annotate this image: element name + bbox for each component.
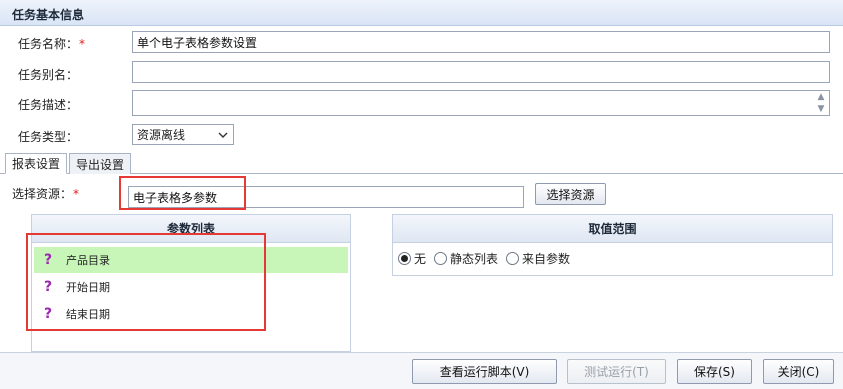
value-range-header: 取值范围 xyxy=(393,215,832,243)
radio-circle[interactable] xyxy=(398,252,411,265)
radio-from-param[interactable]: 来自参数 xyxy=(506,250,570,267)
resource-highlight-box xyxy=(119,176,246,210)
resource-label-text: 选择资源： xyxy=(12,187,73,201)
scroll-down-icon[interactable]: ▼ xyxy=(814,103,828,115)
view-script-button[interactable]: 查看运行脚本(V) xyxy=(412,359,557,384)
task-type-select[interactable]: 资源离线 xyxy=(132,124,234,145)
radio-label: 无 xyxy=(414,252,427,266)
required-mark: * xyxy=(79,37,86,51)
chevron-down-icon xyxy=(218,132,228,138)
value-range-options: 无 静态列表 来自参数 xyxy=(393,243,832,267)
param-list-highlight-box xyxy=(26,233,266,331)
select-resource-button[interactable]: 选择资源 xyxy=(535,183,606,205)
section-title: 任务基本信息 xyxy=(12,8,85,22)
scroll-up-icon[interactable]: ▲ xyxy=(814,91,828,103)
required-mark: * xyxy=(73,187,80,201)
radio-circle[interactable] xyxy=(506,252,520,265)
radio-label: 静态列表 xyxy=(450,252,499,266)
task-alias-label: 任务别名： xyxy=(18,68,79,82)
tab-report-settings[interactable]: 报表设置 xyxy=(5,153,68,174)
task-description-label: 任务描述： xyxy=(18,98,79,112)
task-type-label: 任务类型： xyxy=(18,130,79,144)
task-alias-input[interactable] xyxy=(132,61,830,83)
task-name-input[interactable] xyxy=(132,31,830,53)
resource-label: 选择资源：* xyxy=(12,185,79,202)
value-range-panel: 取值范围 无 静态列表 来自参数 xyxy=(392,214,833,276)
radio-label: 来自参数 xyxy=(522,252,571,266)
radio-static-list[interactable]: 静态列表 xyxy=(434,250,498,267)
section-header xyxy=(0,0,843,26)
test-run-button[interactable]: 测试运行(T) xyxy=(567,359,666,384)
tab-export-settings[interactable]: 导出设置 xyxy=(69,153,132,174)
close-button[interactable]: 关闭(C) xyxy=(763,359,834,384)
task-description-input[interactable] xyxy=(132,90,830,116)
radio-none[interactable]: 无 xyxy=(398,250,426,267)
task-type-value: 资源离线 xyxy=(137,128,186,142)
radio-circle[interactable] xyxy=(434,252,448,265)
task-name-label: 任务名称：* xyxy=(18,35,85,52)
save-button[interactable]: 保存(S) xyxy=(677,359,752,384)
task-name-label-text: 任务名称： xyxy=(18,37,79,51)
